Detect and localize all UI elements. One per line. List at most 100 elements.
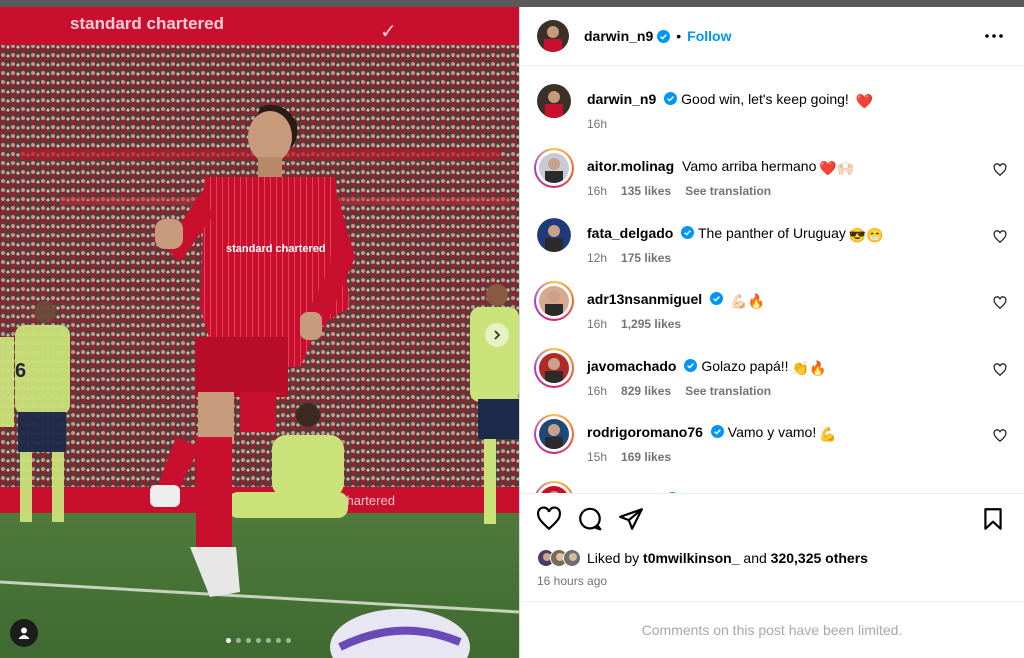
comment-meta: 16h 135 likes See translation — [587, 184, 785, 198]
see-translation-link[interactable]: See translation — [685, 184, 771, 198]
comment-text: Golazo papá!! — [701, 357, 789, 374]
comment-like-heart-icon[interactable] — [993, 429, 1007, 443]
comment-text-row: fata_delgado The panther of Uruguay 😎😁 — [587, 224, 884, 244]
window-top-strip — [0, 0, 1024, 7]
comment-likes[interactable]: 1,295 likes — [621, 317, 681, 331]
post-timestamp[interactable]: 16 hours ago — [537, 574, 607, 588]
more-options-button[interactable] — [982, 24, 1006, 48]
comment-text-row: aitor.molinag Vamo arriba hermano ❤️🙌🏻 — [587, 157, 854, 177]
comment-meta: 12h 175 likes — [587, 251, 685, 265]
carousel-indicator — [226, 638, 291, 643]
follow-button[interactable]: Follow — [687, 28, 731, 44]
comment-like-heart-icon[interactable] — [993, 163, 1007, 177]
carousel-dot — [256, 638, 261, 643]
svg-text:✓: ✓ — [380, 21, 397, 43]
stadium-banner-text: standard chartered — [70, 14, 224, 33]
see-translation-link[interactable]: See translation — [685, 384, 771, 398]
tagged-users-button[interactable] — [10, 619, 38, 647]
carousel-dot — [246, 638, 251, 643]
comment-emoji: 💪 — [819, 426, 837, 442]
comment-like-heart-icon[interactable] — [993, 296, 1007, 310]
commenter-avatar[interactable] — [534, 347, 574, 388]
caption-emoji: ❤️ — [855, 93, 874, 109]
comment-username[interactable]: rodrigoromano76 — [587, 424, 703, 440]
more-options-icon — [985, 34, 1003, 38]
carousel-dot — [266, 638, 271, 643]
carousel-dot — [236, 638, 241, 643]
likes-summary: Liked by t0mwilkinson_ and 320,325 other… — [537, 549, 868, 567]
post-media[interactable]: standard chartered ✓ chartered 6 standar… — [0, 7, 519, 658]
comment-meta: 16h 1,295 likes — [587, 317, 695, 331]
verified-badge-icon — [710, 292, 724, 305]
chevron-right-icon — [494, 330, 501, 340]
comment-text: Vamo arriba hermano — [682, 158, 817, 174]
caption-text-row: darwin_n9 Good win, let's keep going! ❤️ — [587, 90, 873, 110]
comment-text-row: javomachado Golazo papá!! 👏🔥 — [587, 357, 826, 377]
comment-likes[interactable]: 175 likes — [621, 251, 671, 265]
post-caption: darwin_n9 Good win, let's keep going! ❤️… — [537, 84, 1007, 144]
comment-time: 16h — [587, 184, 608, 198]
comment-like-heart-icon[interactable] — [993, 229, 1007, 244]
author-avatar[interactable] — [537, 20, 569, 52]
comment-time: 16h — [587, 383, 608, 398]
instagram-post-view: standard chartered ✓ chartered 6 standar… — [0, 0, 1024, 658]
carousel-dot — [286, 638, 291, 643]
comment-text-row: rodrigoromano76 Vamo y vamo! 💪 — [587, 423, 837, 443]
ad-board-text: chartered — [340, 493, 395, 508]
comment-emoji: ❤️🙌🏻 — [819, 160, 855, 176]
verified-badge-icon — [684, 358, 698, 372]
comments-limited-notice: Comments on this post have been limited. — [520, 601, 1024, 658]
commenter-avatar[interactable] — [534, 281, 574, 321]
comment-item: adr13nsanmiguel 💪🏻🔥 16h 1,295 likes — [534, 281, 1007, 344]
heart-icon — [537, 506, 561, 531]
caption-author-avatar[interactable] — [537, 84, 571, 118]
liker-avatars[interactable] — [537, 549, 581, 567]
comment-likes[interactable]: 829 likes — [621, 384, 671, 398]
comment-time: 15h — [587, 450, 608, 464]
author-username[interactable]: darwin_n9 — [584, 28, 653, 44]
caption-time: 16h — [587, 117, 608, 131]
liked-by-user[interactable]: t0mwilkinson_ — [643, 550, 739, 566]
commenter-avatar[interactable] — [534, 480, 574, 493]
comment-like-heart-icon[interactable] — [993, 362, 1007, 377]
like-button[interactable] — [536, 506, 564, 534]
comment-username[interactable]: javomachado — [587, 358, 676, 374]
comment-likes[interactable]: 169 likes — [621, 450, 671, 464]
post-header: darwin_n9 • Follow — [520, 7, 1024, 66]
shirt-sponsor-text: standard chartered — [226, 243, 326, 255]
comment-emoji: 👏🔥 — [791, 359, 827, 376]
commenter-avatar[interactable] — [537, 217, 571, 252]
comment-meta: 16h 829 likes See translation — [587, 384, 785, 398]
comment-text: The panther of Uruguay — [698, 224, 846, 241]
liked-by-others[interactable]: 320,325 others — [771, 550, 868, 566]
commenter-avatar[interactable] — [534, 414, 574, 454]
comment-username[interactable]: fata_delgado — [587, 225, 673, 241]
liked-by-prefix: Liked by — [587, 550, 640, 566]
commenter-avatar[interactable] — [534, 148, 574, 188]
liked-by-joiner: and — [743, 550, 767, 566]
comment-time: 12h — [587, 250, 608, 265]
comment-button[interactable] — [577, 506, 605, 534]
carousel-dot — [226, 638, 231, 643]
comment-username[interactable]: aitor.molinag — [587, 158, 674, 174]
comment-item: liverpoolfc 🦁❤️ — [534, 480, 1007, 493]
comment-icon — [579, 507, 602, 531]
share-button[interactable] — [618, 506, 646, 534]
post-photo: standard chartered ✓ chartered 6 standar… — [0, 7, 519, 658]
comment-time: 16h — [587, 317, 608, 331]
caption-username[interactable]: darwin_n9 — [587, 91, 656, 107]
comment-item: rodrigoromano76 Vamo y vamo! 💪 15h 169 like… — [534, 414, 1007, 477]
carousel-next-button[interactable] — [485, 323, 509, 347]
carousel-dot — [276, 638, 281, 643]
comment-emoji: 😎😁 — [848, 226, 884, 243]
comment-text-row: adr13nsanmiguel 💪🏻🔥 — [587, 290, 765, 310]
save-button[interactable] — [980, 506, 1008, 534]
comment-username[interactable]: adr13nsanmiguel — [587, 291, 702, 307]
user-icon — [18, 627, 30, 639]
comments-list[interactable]: darwin_n9 Good win, let's keep going! ❤️… — [520, 67, 1024, 493]
comment-likes[interactable]: 135 likes — [621, 184, 671, 198]
liker-avatar — [563, 549, 581, 567]
caption-meta: 16h — [587, 117, 621, 131]
comment-text: Vamo y vamo! — [727, 424, 817, 440]
header-separator: • — [676, 28, 682, 44]
